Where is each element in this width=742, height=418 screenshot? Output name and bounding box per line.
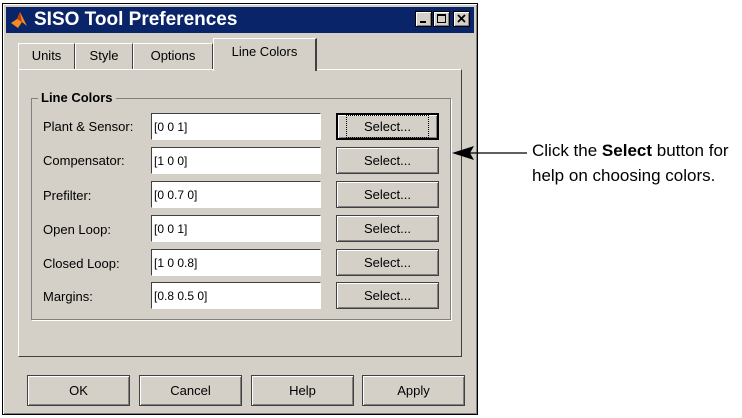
callout-bold: Select [601, 141, 653, 160]
callout-arrow [452, 146, 527, 160]
callout-prefix: Click the [532, 141, 602, 160]
tab-line-colors[interactable]: Line Colors [213, 38, 317, 71]
callout-suffix: button for [652, 141, 729, 160]
callout-annotation: Click the Select button for help on choo… [532, 138, 729, 188]
callout-line2: help on choosing colors. [532, 166, 716, 185]
